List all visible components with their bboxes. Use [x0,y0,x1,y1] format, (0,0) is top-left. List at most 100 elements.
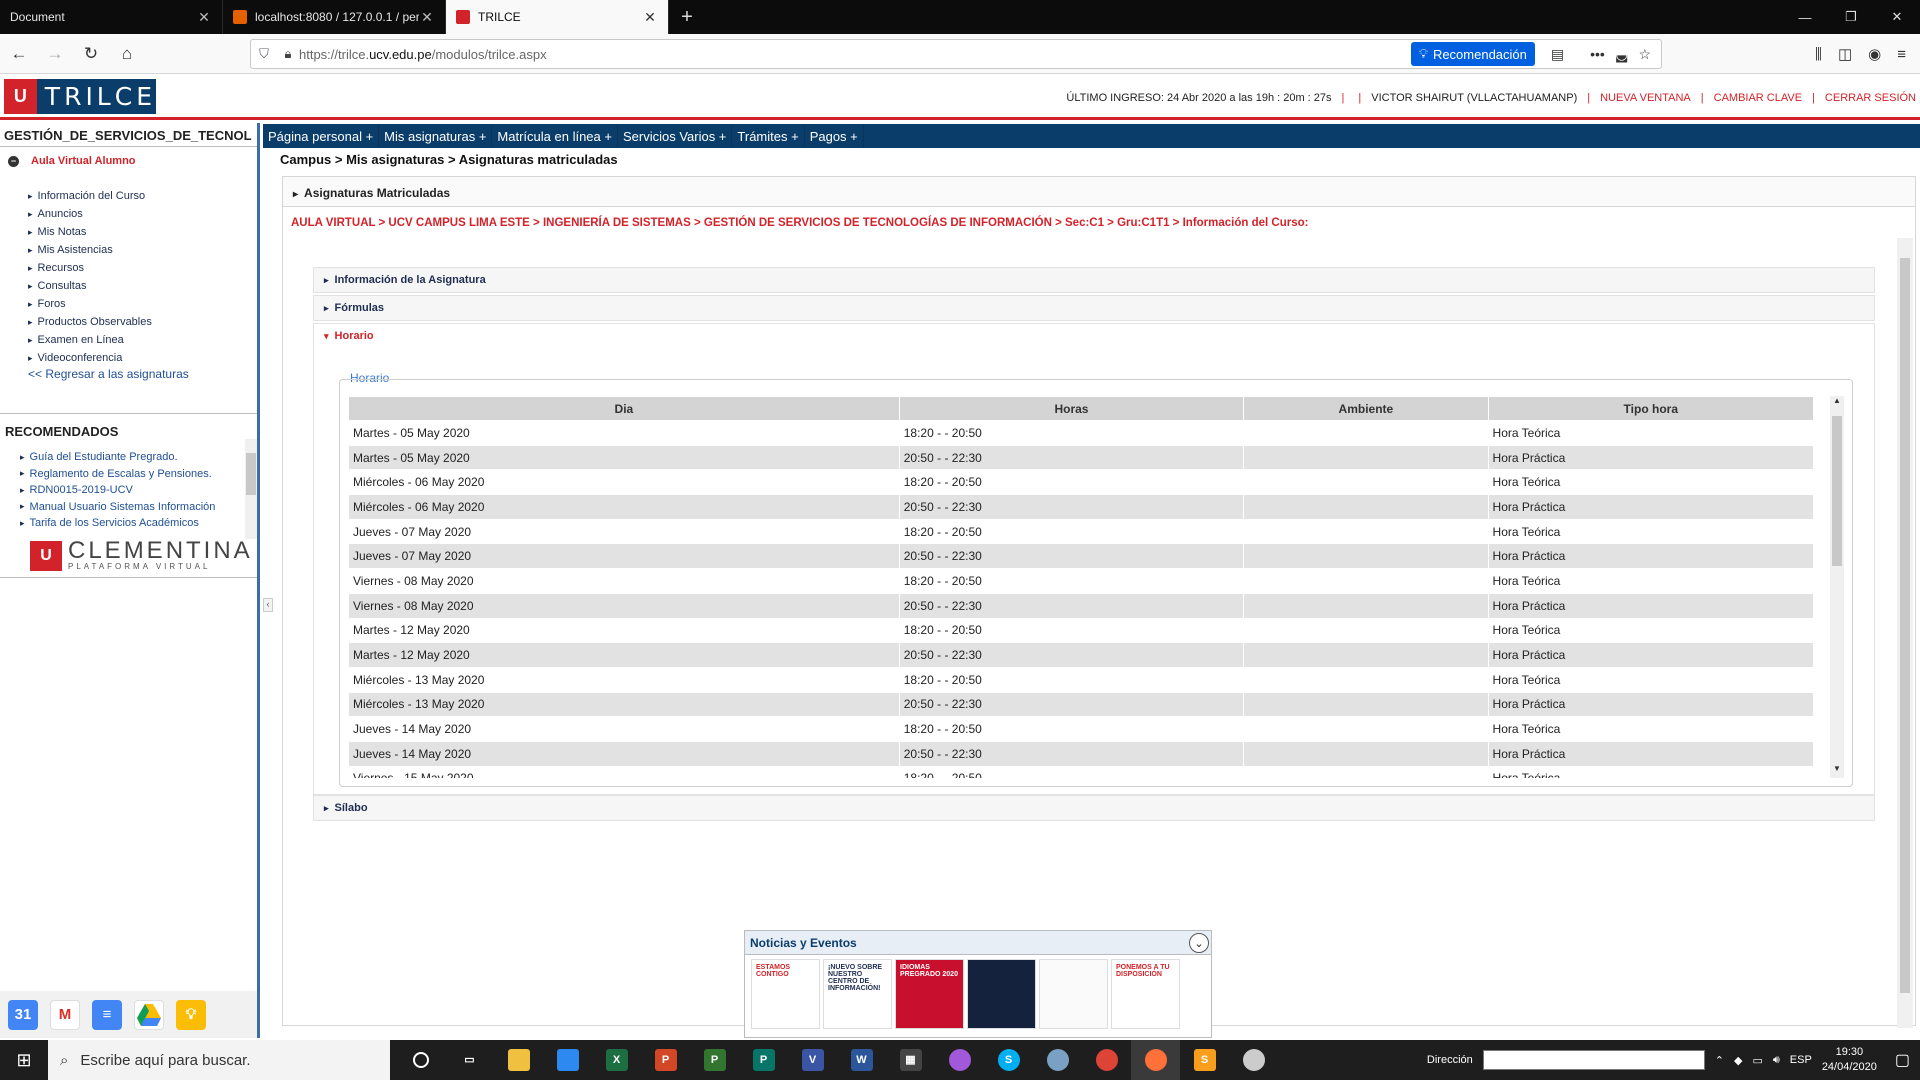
sidebar-item-examen[interactable]: Examen en Línea [28,331,257,349]
chevron-up-icon[interactable]: ⌃ [1715,1054,1724,1067]
close-tab-icon[interactable]: ✕ [642,9,658,26]
remote-icon[interactable] [1229,1040,1278,1080]
sidebar-item-consultas[interactable]: Consultas [28,277,257,295]
sidebar-collapse-handle[interactable]: ‹ [263,598,273,612]
sidebar-item-asistencias[interactable]: Mis Asistencias [28,241,257,259]
table-row[interactable]: Miércoles - 13 May 2020 20:50 - - 22:30 Ho… [348,691,1815,718]
table-row[interactable]: Martes - 05 May 2020 20:50 - - 22:30 Hora … [348,444,1815,471]
pocket-icon[interactable]: ◛ [1615,46,1629,63]
close-tab-icon[interactable]: ✕ [196,9,212,26]
sidebar-item-foros[interactable]: Foros [28,295,257,313]
scroll-down-icon[interactable]: ▼ [1830,764,1844,778]
section-silabo[interactable]: Sílabo [313,795,1875,821]
address-input[interactable] [1482,1050,1705,1070]
recommended-item[interactable]: RDN0015-2019-UCV [20,482,215,499]
reload-icon[interactable]: ↻ [74,39,108,69]
project-icon[interactable]: P [690,1040,739,1080]
library-icon[interactable]: ⫼ [1815,46,1822,63]
notifications-icon[interactable]: ▢ [1895,1050,1910,1070]
recommendation-button[interactable]: 💡︎ Recomendación [1410,42,1535,66]
calendar-icon[interactable]: 31 [8,999,38,1030]
publisher-icon[interactable]: P [739,1040,788,1080]
nav-pagos[interactable]: Pagos + [805,124,864,148]
news-thumb[interactable]: IDIOMAS PREGRADO 2020 [895,959,964,1029]
col-horas[interactable]: Horas [898,396,1245,421]
url-bar[interactable]: ⛉ 🔒︎ https://trilce.ucv.edu.pe/modulos/t… [250,39,1662,69]
news-thumb[interactable] [967,959,1036,1029]
home-icon[interactable]: ⌂ [110,39,144,69]
sidebar-item-anuncios[interactable]: Anuncios [28,205,257,223]
section-formulas[interactable]: Fórmulas [313,295,1875,321]
sidebar-item-videoconferencia[interactable]: Videoconferencia [28,349,257,367]
nav-tramites[interactable]: Trámites + [732,124,805,148]
tab-trilce[interactable]: TRILCE ✕ [446,0,669,34]
sidebar-item-informacion[interactable]: Información del Curso [28,187,257,205]
table-row[interactable]: Viernes - 08 May 2020 20:50 - - 22:30 Hora… [348,592,1815,619]
col-ambiente[interactable]: Ambiente [1243,396,1489,421]
paint-icon[interactable] [935,1040,984,1080]
tab-localhost[interactable]: localhost:8080 / 127.0.0.1 / pers ✕ [223,0,446,34]
table-row[interactable]: Viernes - 15 May 202018:20 - - 20:50 Hora… [348,765,1815,778]
nav-pagina-personal[interactable]: Página personal + [263,124,380,148]
logout-link[interactable]: CERRAR SESIÓN [1825,92,1916,104]
collapse-circle-icon[interactable]: − [8,155,19,167]
skype-icon[interactable]: S [984,1040,1033,1080]
new-window-link[interactable]: NUEVA VENTANA [1600,92,1691,104]
table-row[interactable]: Jueves - 07 May 2020 20:50 - - 22:30 Hora … [348,543,1815,570]
table-row[interactable]: Jueves - 14 May 2020 18:20 - - 20:50 Hora … [348,716,1815,742]
docs-icon[interactable]: ≡ [92,999,122,1030]
sidebar-item-notas[interactable]: Mis Notas [28,223,257,241]
clementina-logo[interactable]: U CLEMENTINA PLATAFORMA VIRTUAL [30,539,253,571]
visio-icon[interactable]: V [788,1040,837,1080]
close-window-icon[interactable]: ✕ [1874,0,1920,34]
table-row[interactable]: Miércoles - 06 May 2020 18:20 - - 20:50 Ho… [348,469,1815,496]
chevron-down-icon[interactable]: ⌄ [1189,933,1209,953]
network-icon[interactable]: ▭ [1752,1054,1762,1067]
store-icon[interactable] [543,1040,592,1080]
section-informacion[interactable]: Información de la Asignatura [313,267,1875,293]
schedule-table-wrapper[interactable]: Dia Horas Ambiente Tipo hora Martes - 05… [348,396,1846,778]
scroll-thumb[interactable] [1832,416,1842,566]
dropbox-icon[interactable]: ◆ [1734,1054,1742,1067]
scroll-up-icon[interactable]: ▲ [1830,396,1844,410]
change-password-link[interactable]: CAMBIAR CLAVE [1714,92,1802,104]
volume-icon[interactable]: 🔊︎ [1773,1054,1780,1067]
lock-icon[interactable]: 🔒︎ [277,46,299,62]
forward-icon[interactable]: → [38,39,72,69]
sublime-icon[interactable]: S [1180,1040,1229,1080]
drive-icon[interactable] [134,999,164,1030]
restore-icon[interactable]: ❐ [1828,0,1874,34]
table-row[interactable]: Martes - 12 May 2020 20:50 - - 22:30 Hora … [348,642,1815,668]
chrome-icon[interactable] [1082,1040,1131,1080]
back-icon[interactable]: ← [2,39,36,69]
aula-virtual-header[interactable]: − Aula Virtual Alumno [0,147,257,175]
clock[interactable]: 19:30 24/04/2020 [1822,1045,1877,1075]
col-dia[interactable]: Dia [348,396,900,421]
recommended-item[interactable]: Reglamento de Escalas y Pensiones. [20,466,215,483]
tab-document[interactable]: Document ✕ [0,0,223,34]
nav-mis-asignaturas[interactable]: Mis asignaturas + [379,124,493,148]
language-indicator[interactable]: ESP [1790,1054,1812,1066]
nav-matricula[interactable]: Matrícula en línea + [492,124,618,148]
excel-icon[interactable]: X [592,1040,641,1080]
url-text[interactable]: https://trilce.ucv.edu.pe/modulos/trilce… [299,47,1411,62]
recommended-scrollbar[interactable] [245,439,257,539]
cortana-icon[interactable] [396,1040,445,1080]
page-scrollbar[interactable] [1897,238,1913,1028]
trilce-logo[interactable]: U TRILCE [4,79,156,114]
windows-start-icon[interactable]: ⊞ [0,1040,48,1080]
panel-title[interactable]: Asignaturas Matriculadas [283,177,1915,207]
scroll-thumb[interactable] [246,453,256,495]
table-row[interactable]: Miércoles - 06 May 2020 20:50 - - 22:30 Ho… [348,494,1815,520]
sidebar-toggle-icon[interactable]: ◫ [1838,45,1852,63]
sidebar-item-recursos[interactable]: Recursos [28,259,257,277]
bookmark-star-icon[interactable]: ☆ [1638,46,1651,63]
news-thumb[interactable]: ESTAMOS CONTIGO [751,959,820,1029]
recommended-item[interactable]: Manual Usuario Sistemas Información [20,499,216,516]
table-scrollbar[interactable]: ▲ ▼ [1830,396,1844,778]
col-tipo-hora[interactable]: Tipo hora [1487,396,1815,421]
file-explorer-icon[interactable] [494,1040,543,1080]
reader-view-icon[interactable]: ▤ [1551,46,1564,63]
keep-icon[interactable]: 💡︎ [176,999,206,1030]
app-icon[interactable] [1033,1040,1082,1080]
